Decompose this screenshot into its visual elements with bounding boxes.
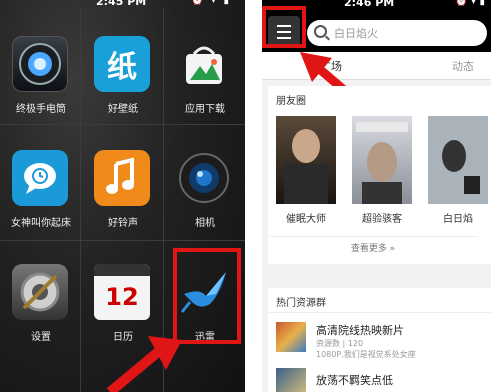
xunlei-app-screen: 2:46 PM ⏰ ▾ ▮ 白日焰火 广场 动态 朋友圈 催眠大师 超验骇客 白… xyxy=(262,0,491,392)
group-thumbnail xyxy=(276,322,306,352)
status-time: 2:46 PM xyxy=(344,0,395,9)
search-input[interactable]: 白日焰火 xyxy=(307,20,487,46)
status-icons: ⏰ ▾ ▮ xyxy=(455,0,485,7)
poster-image[interactable] xyxy=(276,116,336,204)
app-camera[interactable]: 相机 xyxy=(166,150,244,260)
home-screen: 2:45 PM ⏰ ▾ ▮ 终极手电筒 纸 好壁纸 应用下载 女神叫你起床 好铃… xyxy=(0,0,245,392)
poster-label: 超验骇客 xyxy=(362,214,402,225)
group-title: 放荡不羁笑点低 xyxy=(316,374,393,387)
poster-label: 白日焰 xyxy=(443,214,473,225)
app-label: 相机 xyxy=(195,218,215,229)
music-note-icon xyxy=(94,150,150,206)
poster-image[interactable] xyxy=(352,116,412,204)
status-time: 2:45 PM xyxy=(96,0,147,8)
group-title: 高清院线热映新片 xyxy=(316,324,404,337)
divider xyxy=(245,0,262,392)
grid-divider xyxy=(80,8,81,392)
wallpaper-icon: 纸 xyxy=(94,36,150,92)
list-item[interactable]: 放荡不羁笑点低 xyxy=(276,368,486,392)
app-flashlight[interactable]: 终极手电筒 xyxy=(2,36,80,146)
calendar-day: 12 xyxy=(105,283,139,311)
group-meta: 资源数 | 120 xyxy=(316,339,364,348)
poster-label: 催眠大师 xyxy=(286,214,326,225)
app-label: 好铃声 xyxy=(108,218,138,229)
app-store-icon xyxy=(176,36,232,92)
settings-icon xyxy=(12,264,68,320)
app-settings[interactable]: 设置 xyxy=(2,264,80,374)
red-arrow-icon xyxy=(106,336,182,392)
search-icon xyxy=(314,25,327,38)
app-label: 终极手电筒 xyxy=(16,104,66,115)
app-ringtone[interactable]: 好铃声 xyxy=(84,150,162,260)
wallpaper-glyph: 纸 xyxy=(107,50,137,85)
app-wallpaper[interactable]: 纸 好壁纸 xyxy=(84,36,162,146)
calendar-icon: 12 xyxy=(94,264,150,320)
app-label: 好壁纸 xyxy=(108,104,138,115)
status-icons: ⏰ ▾ ▮ xyxy=(191,0,231,6)
friends-card: 朋友圈 催眠大师 超验骇客 白日焰 查看更多 » xyxy=(268,86,491,264)
status-bar: 2:45 PM ⏰ ▾ ▮ xyxy=(0,0,245,10)
search-placeholder: 白日焰火 xyxy=(334,27,378,40)
highlight-box-menu xyxy=(262,6,306,48)
hot-resources-card: 热门资源群 高清院线热映新片 资源数 | 120 1080P,我们是视觉系处女座… xyxy=(268,288,491,392)
tab-activity[interactable]: 动态 xyxy=(452,58,474,74)
group-thumbnail xyxy=(276,368,306,392)
app-alarm[interactable]: 女神叫你起床 xyxy=(2,150,80,260)
app-label: 应用下载 xyxy=(185,104,225,115)
app-store[interactable]: 应用下载 xyxy=(166,36,244,146)
section-title: 朋友圈 xyxy=(276,96,306,107)
camera-icon xyxy=(176,150,232,206)
alarm-chat-icon xyxy=(12,150,68,206)
list-item[interactable]: 高清院线热映新片 资源数 | 120 1080P,我们是视觉系处女座 xyxy=(276,322,486,362)
section-title: 热门资源群 xyxy=(276,298,326,309)
app-label: 设置 xyxy=(31,332,51,343)
flashlight-icon xyxy=(12,36,68,92)
poster-image[interactable] xyxy=(428,116,488,204)
group-desc: 1080P,我们是视觉系处女座 xyxy=(316,350,416,359)
see-more-link[interactable]: 查看更多 » xyxy=(268,236,478,262)
app-label: 女神叫你起床 xyxy=(11,218,71,229)
